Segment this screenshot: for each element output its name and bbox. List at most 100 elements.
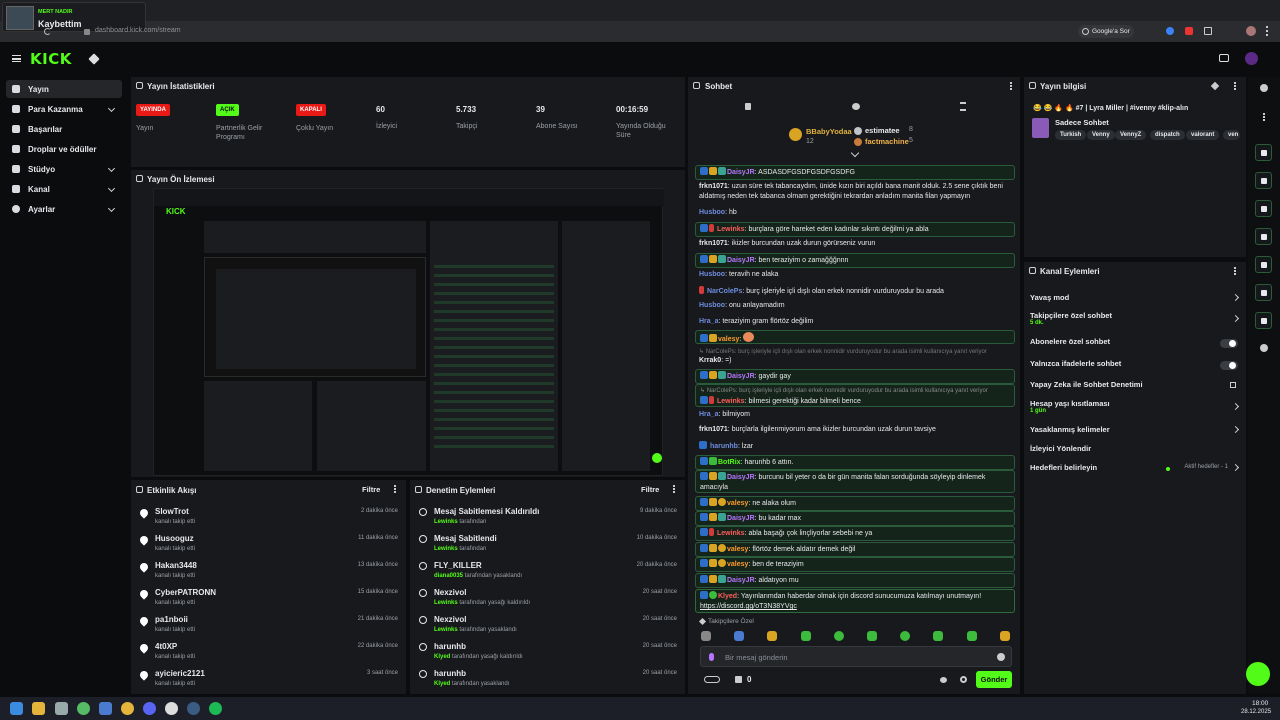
discord-icon[interactable] bbox=[143, 702, 156, 715]
action-slow-mode[interactable]: Yavaş mod bbox=[1030, 293, 1242, 307]
action-account-age[interactable]: Hesap yaşı kısıtlaması 1 gün bbox=[1030, 399, 1242, 419]
studio-icon[interactable] bbox=[1219, 54, 1229, 62]
tag-chip[interactable]: Venny bbox=[1087, 130, 1115, 140]
chat-username[interactable]: Klyed bbox=[718, 593, 737, 600]
chat-username[interactable]: valesy bbox=[727, 546, 748, 553]
clip-button[interactable] bbox=[1255, 200, 1272, 217]
ask-google-button[interactable]: Google'a Sor bbox=[1078, 25, 1134, 38]
chat-message[interactable]: Lewinks: abla başağı çok linçliyorlar se… bbox=[695, 526, 1015, 541]
chat-username[interactable]: Hra_a bbox=[699, 411, 718, 418]
taskbar-app-icon[interactable] bbox=[99, 702, 112, 715]
chat-message[interactable]: DaisyJR: ben teraziyim o zamağğğnnn bbox=[695, 253, 1015, 268]
emote-icon[interactable] bbox=[734, 631, 744, 641]
chat-username[interactable]: Lewinks bbox=[717, 226, 745, 233]
chat-message[interactable]: valesy: ne alaka olum bbox=[695, 496, 1015, 511]
more-options-icon[interactable] bbox=[1010, 82, 1012, 90]
chat-message[interactable]: Husboo: onu anlayamadım bbox=[699, 301, 1019, 311]
browser-menu-icon[interactable] bbox=[1266, 26, 1268, 36]
steam-icon[interactable] bbox=[187, 702, 200, 715]
chat-username[interactable]: DaisyJR bbox=[727, 577, 755, 584]
toggle-switch[interactable] bbox=[1220, 361, 1238, 370]
chrome-icon[interactable] bbox=[121, 702, 134, 715]
floating-chat-button[interactable] bbox=[1246, 662, 1270, 686]
chat-username[interactable]: frkn1071 bbox=[699, 183, 728, 190]
action-banned-words[interactable]: Yasaklanmış kelimeler bbox=[1030, 425, 1242, 439]
action-emotes-only[interactable]: Yalnızca ifadelerle sohbet bbox=[1030, 359, 1242, 373]
chat-message[interactable]: Lewinks: burçlara göre hareket eden kadı… bbox=[695, 222, 1015, 237]
taskbar-app-icon[interactable] bbox=[77, 702, 90, 715]
sidebar-item-studyo[interactable]: Stüdyo bbox=[6, 160, 122, 178]
chat-input[interactable]: Bir mesaj gönderin bbox=[700, 646, 1012, 667]
chat-message[interactable]: ↳ NarColePs: burç işleriyle içli dışlı o… bbox=[695, 384, 1015, 407]
hourglass-icon[interactable] bbox=[960, 102, 966, 111]
more-options-icon[interactable] bbox=[394, 485, 396, 493]
tag-chip[interactable]: VennyZ bbox=[1115, 130, 1147, 140]
chat-username[interactable]: DaisyJR bbox=[727, 257, 755, 264]
chat-popout-button[interactable] bbox=[1255, 228, 1272, 245]
chat-message[interactable]: frkn1071: uzun süre tek tabancaydım, üni… bbox=[699, 182, 1011, 202]
chat-settings-bubble-icon[interactable] bbox=[940, 677, 947, 683]
profile-avatar[interactable] bbox=[1246, 26, 1256, 36]
emoji-picker-icon[interactable] bbox=[997, 653, 1005, 661]
site-info-icon[interactable] bbox=[84, 29, 90, 35]
chat-username[interactable]: Lewinks bbox=[717, 398, 745, 405]
more-options-icon[interactable] bbox=[673, 485, 675, 493]
chat-username[interactable]: Krrak0 bbox=[699, 357, 721, 364]
chat-message[interactable]: DaisyJR: gaydir gay bbox=[695, 369, 1015, 384]
chat-username[interactable]: NarColePs bbox=[707, 288, 742, 295]
tag-chip[interactable]: dispatch bbox=[1150, 130, 1185, 140]
chat-username[interactable]: DaisyJR bbox=[727, 515, 755, 522]
broadcast-button[interactable] bbox=[1255, 256, 1272, 273]
emote-icon[interactable] bbox=[1000, 631, 1010, 641]
gift-icon[interactable] bbox=[735, 676, 742, 683]
taskbar-app-icon[interactable] bbox=[165, 702, 178, 715]
chat-message[interactable]: Husboo: teravih ne alaka bbox=[699, 270, 1019, 280]
chat-username[interactable]: DaisyJR bbox=[727, 373, 755, 380]
action-raid[interactable]: İzleyici Yönlendir bbox=[1030, 444, 1242, 458]
chat-message[interactable]: valesy: ben de teraziyim bbox=[695, 557, 1015, 572]
sidebar-item-droplar[interactable]: Droplar ve ödüller bbox=[6, 140, 122, 158]
gear-icon[interactable] bbox=[960, 676, 967, 683]
action-followers-only[interactable]: Takipçilere özel sohbet 5 dk. bbox=[1030, 311, 1242, 331]
reload-icon[interactable] bbox=[44, 28, 51, 35]
chat-message[interactable]: frkn1071: ikizler burcundan uzak durun g… bbox=[699, 239, 1019, 249]
action-goals[interactable]: Hedefleri belirleyin Aktif hedefler - 1 bbox=[1030, 463, 1242, 477]
chat-username[interactable]: DaisyJR bbox=[727, 169, 755, 176]
chat-username[interactable]: DaisyJR bbox=[727, 474, 755, 481]
emote-icon[interactable] bbox=[801, 631, 811, 641]
wrench-button[interactable] bbox=[1255, 312, 1272, 329]
chat-message[interactable]: Krrak0: =) bbox=[699, 356, 1019, 366]
chat-username[interactable]: frkn1071 bbox=[699, 426, 728, 433]
trash-icon[interactable] bbox=[745, 103, 751, 110]
chat-username[interactable]: valesy bbox=[727, 500, 748, 507]
send-button[interactable]: Gönder bbox=[976, 671, 1012, 688]
help-icon[interactable] bbox=[1260, 84, 1268, 92]
tag-chip[interactable]: ven bbox=[1223, 130, 1240, 140]
chat-message[interactable]: frkn1071: burçlarla ilgilenmiyorum ama i… bbox=[699, 425, 1019, 435]
stream-preview-video[interactable]: KICK bbox=[153, 188, 664, 476]
sidebar-item-basarilar[interactable]: Başarılar bbox=[6, 120, 122, 138]
chat-username[interactable]: Hra_a bbox=[699, 318, 718, 325]
layout-button[interactable] bbox=[1255, 284, 1272, 301]
tag-chip[interactable]: valorant bbox=[1186, 130, 1220, 140]
spotify-icon[interactable] bbox=[209, 702, 222, 715]
chat-username[interactable]: harunhb bbox=[710, 443, 738, 450]
extensions-puzzle-icon[interactable] bbox=[1204, 27, 1212, 35]
action-subscribers-only[interactable]: Abonelere özel sohbet bbox=[1030, 337, 1242, 351]
chat-username[interactable]: valesy bbox=[727, 561, 748, 568]
file-explorer-icon[interactable] bbox=[32, 702, 45, 715]
tag-chip[interactable]: Turkish bbox=[1055, 130, 1087, 140]
emote-icon[interactable] bbox=[701, 631, 711, 641]
chat-message[interactable]: Husboo: hb bbox=[699, 208, 1019, 218]
quick-action-button[interactable] bbox=[1255, 144, 1272, 161]
emote-icon[interactable] bbox=[834, 631, 844, 641]
extension-icon[interactable] bbox=[1166, 27, 1174, 35]
sidebar-item-yayin[interactable]: Yayın bbox=[6, 80, 122, 98]
add-widget-icon[interactable] bbox=[1260, 344, 1268, 352]
chat-username[interactable]: valesy bbox=[718, 336, 739, 343]
toggle-switch[interactable] bbox=[1220, 339, 1238, 348]
lightning-button[interactable] bbox=[1255, 172, 1272, 189]
chat-username[interactable]: Lewinks bbox=[717, 530, 745, 537]
chat-message[interactable]: DaisyJR: ASDASDFGSDFGSDFGSDFG bbox=[695, 165, 1015, 180]
more-options-icon[interactable] bbox=[1234, 267, 1236, 275]
